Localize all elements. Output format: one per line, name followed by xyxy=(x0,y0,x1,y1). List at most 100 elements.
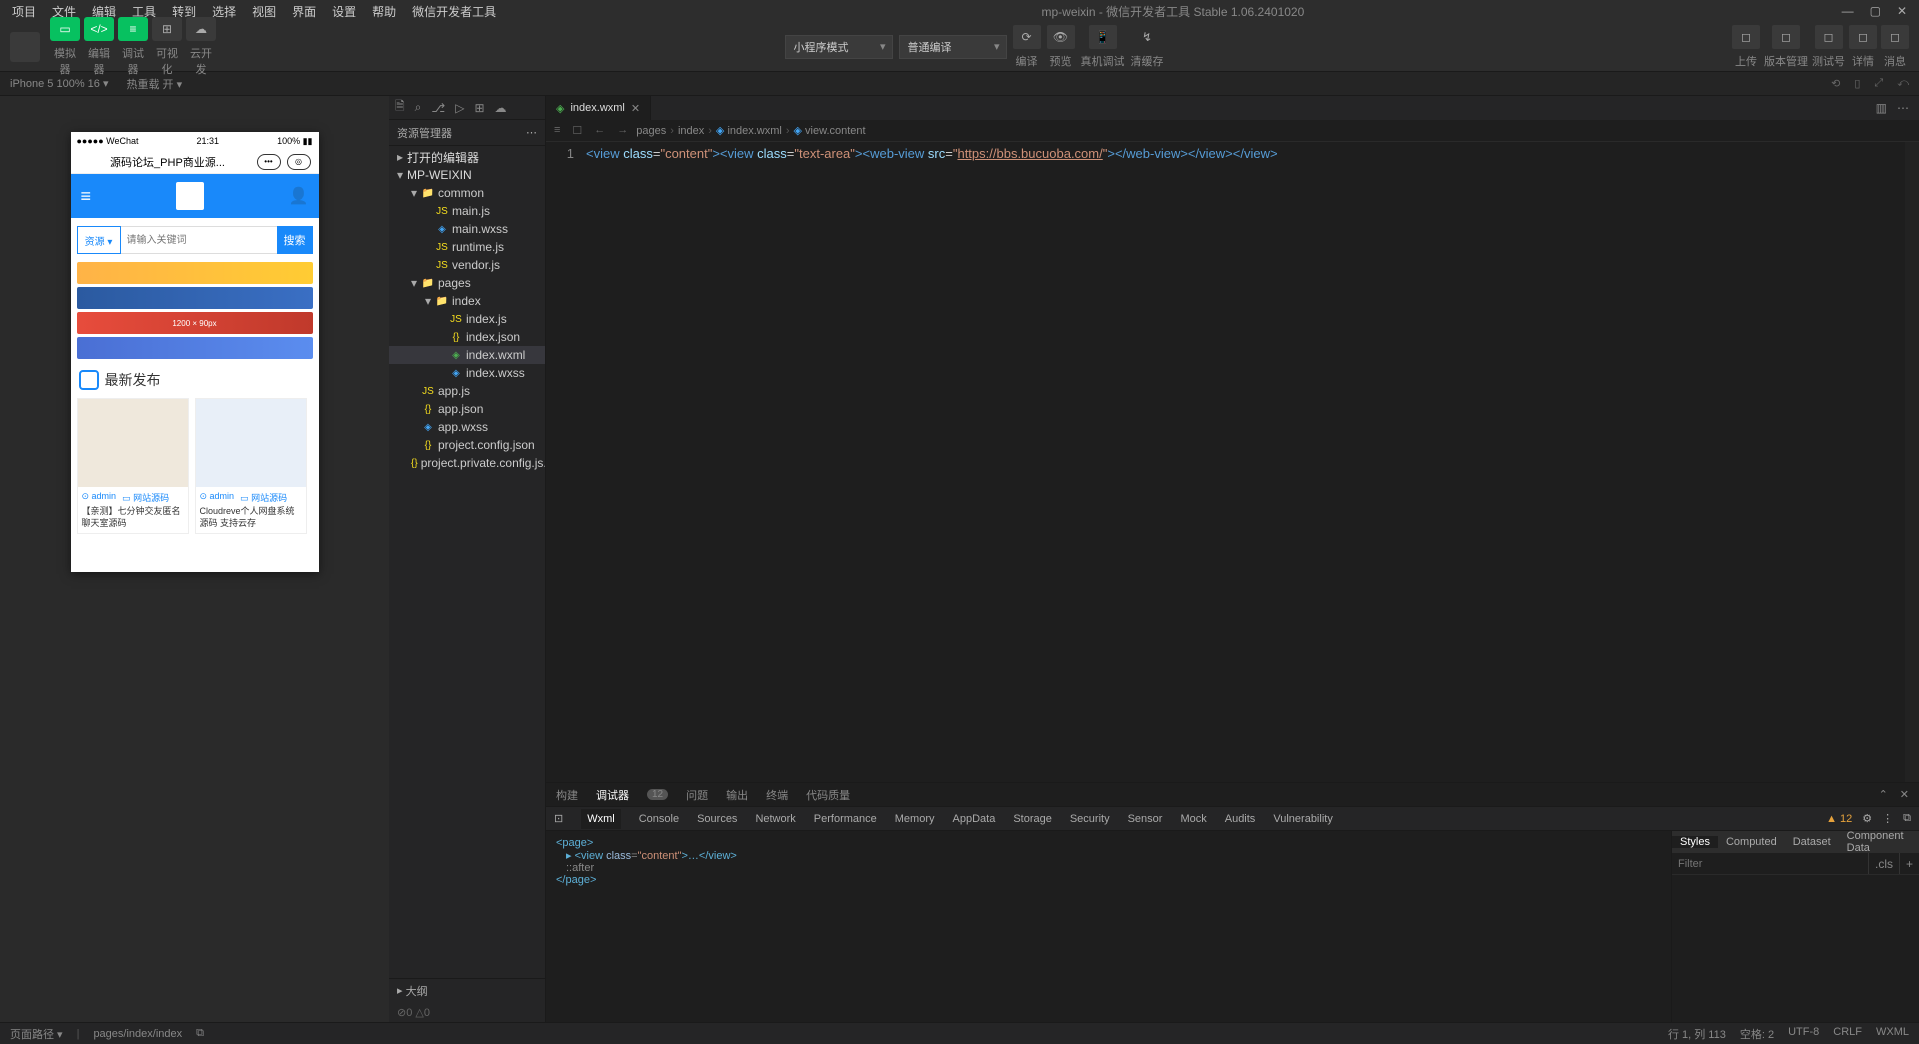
remote-debug-button[interactable]: 📱 xyxy=(1089,25,1117,49)
debug-tab[interactable]: 调试器 xyxy=(596,787,629,803)
status-item[interactable]: WXML xyxy=(1876,1026,1909,1042)
status-item[interactable]: 空格: 2 xyxy=(1740,1026,1774,1042)
debug-icon[interactable]: ▷ xyxy=(455,101,464,115)
mobile-icon[interactable]: ▯ xyxy=(1854,77,1860,90)
style-tab[interactable]: Dataset xyxy=(1785,836,1839,848)
ext-icon[interactable]: ⊞ xyxy=(474,101,484,115)
popout-icon[interactable]: ⧉ xyxy=(1903,812,1911,825)
menu-item[interactable]: 项目 xyxy=(4,1,44,22)
collapse-icon[interactable]: ≡ xyxy=(554,124,560,137)
visual-toggle[interactable]: ⊞ xyxy=(152,17,182,41)
tree-section-opened[interactable]: ▸打开的编辑器 xyxy=(389,148,545,166)
tree-item[interactable]: {}project.private.config.js... xyxy=(389,454,545,472)
dom-tree[interactable]: <page> ▸ <view class="content">…</view> … xyxy=(546,831,1671,1022)
rotate-icon[interactable]: ⟲ xyxy=(1831,77,1840,90)
search-button[interactable]: 搜索 xyxy=(277,226,313,254)
style-tab[interactable]: Component Data xyxy=(1839,830,1919,854)
tool-button[interactable]: ◻ xyxy=(1849,25,1877,49)
editor-toggle[interactable]: </> xyxy=(84,17,114,41)
code-line[interactable]: <view class="content"><view class="text-… xyxy=(586,142,1278,782)
tree-item[interactable]: {}project.config.json xyxy=(389,436,545,454)
debug-tab[interactable]: 输出 xyxy=(726,787,748,803)
close-icon[interactable]: ✕ xyxy=(1900,788,1909,801)
tree-item[interactable]: JSmain.js xyxy=(389,202,545,220)
tree-item[interactable]: ◈app.wxss xyxy=(389,418,545,436)
status-item[interactable]: UTF-8 xyxy=(1788,1026,1819,1042)
more-icon[interactable]: ⋯ xyxy=(526,126,537,139)
split-icon[interactable]: ▥ xyxy=(1876,101,1887,115)
cloud-icon[interactable]: ☁ xyxy=(495,101,507,115)
preview-button[interactable]: 👁 xyxy=(1047,25,1075,49)
devtools-tab[interactable]: Audits xyxy=(1225,813,1256,825)
banner-item[interactable] xyxy=(77,337,313,359)
status-item[interactable]: 行 1, 列 113 xyxy=(1668,1026,1726,1042)
style-filter-input[interactable] xyxy=(1672,853,1868,874)
breadcrumb-item[interactable]: ◈ view.content xyxy=(794,124,866,137)
devtools-tab[interactable]: Network xyxy=(755,813,795,825)
card-item[interactable]: ⊙ admin▭ 网站源码Cloudreve个人网盘系统源码 支持云存 xyxy=(195,398,307,534)
devtools-tab[interactable]: Wxml xyxy=(581,809,621,829)
menu-item[interactable]: 界面 xyxy=(284,1,324,22)
nav-back-icon[interactable]: ← xyxy=(594,124,605,137)
add-style-icon[interactable]: + xyxy=(1899,853,1919,874)
simulator-toggle[interactable]: ▭ xyxy=(50,17,80,41)
breadcrumb-item[interactable]: pages xyxy=(636,125,666,137)
debug-tab[interactable]: 终端 xyxy=(766,787,788,803)
tree-item[interactable]: JSruntime.js xyxy=(389,238,545,256)
devtools-tab[interactable]: Mock xyxy=(1180,813,1206,825)
user-icon[interactable]: 👤 xyxy=(289,186,309,206)
tree-item[interactable]: ▾📁pages xyxy=(389,274,545,292)
devtools-tab[interactable]: Sensor xyxy=(1128,813,1163,825)
minimize-icon[interactable]: — xyxy=(1842,4,1854,18)
debug-tab[interactable]: 构建 xyxy=(556,787,578,803)
tree-item[interactable]: ▾📁index xyxy=(389,292,545,310)
capsule-menu-icon[interactable]: ••• xyxy=(257,154,281,170)
compile-mode-select[interactable]: 小程序模式 xyxy=(785,35,893,59)
tool-button[interactable]: ◻ xyxy=(1732,25,1760,49)
chevron-up-icon[interactable]: ⌃ xyxy=(1879,788,1888,801)
status-item[interactable]: CRLF xyxy=(1833,1026,1862,1042)
compile-scheme-select[interactable]: 普通编译 xyxy=(899,35,1007,59)
close-tab-icon[interactable]: ✕ xyxy=(631,102,640,115)
search-input[interactable] xyxy=(121,226,277,254)
tree-item[interactable]: JSapp.js xyxy=(389,382,545,400)
tree-item[interactable]: {}index.json xyxy=(389,328,545,346)
devtools-tab[interactable]: AppData xyxy=(953,813,996,825)
tool-button[interactable]: ◻ xyxy=(1881,25,1909,49)
banner-item[interactable] xyxy=(77,287,313,309)
search-category-select[interactable]: 资源 ▾ xyxy=(77,226,121,254)
card-item[interactable]: ⊙ admin▭ 网站源码【亲测】七分钟交友匿名聊天室源码 xyxy=(77,398,189,534)
banner-item[interactable] xyxy=(77,262,313,284)
search-icon[interactable]: ⌕ xyxy=(415,100,422,115)
cloud-toggle[interactable]: ☁ xyxy=(186,17,216,41)
menu-item[interactable]: 设置 xyxy=(324,1,364,22)
devtools-tab[interactable]: Sources xyxy=(697,813,737,825)
copy-icon[interactable]: ⧉ xyxy=(196,1027,204,1040)
tool-button[interactable]: ◻ xyxy=(1772,25,1800,49)
breadcrumb-item[interactable]: index xyxy=(678,125,704,137)
menu-icon[interactable]: ≡ xyxy=(81,186,92,207)
debug-tab[interactable]: 问题 xyxy=(686,787,708,803)
device-select[interactable]: iPhone 5 100% 16 ▾ xyxy=(10,77,108,90)
tree-item[interactable]: JSvendor.js xyxy=(389,256,545,274)
more-icon[interactable]: ⋮ xyxy=(1882,812,1893,825)
menu-item[interactable]: 视图 xyxy=(244,1,284,22)
cls-toggle[interactable]: .cls xyxy=(1868,853,1899,874)
tree-item[interactable]: ◈index.wxml xyxy=(389,346,545,364)
code-editor[interactable]: 1 <view class="content"><view class="tex… xyxy=(546,142,1919,782)
inspect-icon[interactable]: ⊡ xyxy=(554,812,563,825)
maximize-icon[interactable]: ▢ xyxy=(1870,4,1881,18)
tree-item[interactable]: {}app.json xyxy=(389,400,545,418)
nav-fwd-icon[interactable]: → xyxy=(617,124,628,137)
devtools-tab[interactable]: Vulnerability xyxy=(1273,813,1333,825)
menu-item[interactable]: 微信开发者工具 xyxy=(404,1,504,22)
hot-reload-toggle[interactable]: 热重载 开 ▾ xyxy=(126,76,182,92)
warning-badge[interactable]: ▲ 12 xyxy=(1826,813,1852,825)
style-tab[interactable]: Styles xyxy=(1672,836,1718,848)
outline-header[interactable]: ▸ 大纲 xyxy=(389,978,545,1002)
devtools-tab[interactable]: Memory xyxy=(895,813,935,825)
files-icon[interactable]: 🗎 xyxy=(395,97,405,118)
breadcrumb-item[interactable]: ◈ index.wxml xyxy=(716,124,782,137)
file-tab[interactable]: ◈ index.wxml ✕ xyxy=(546,96,651,120)
menu-item[interactable]: 帮助 xyxy=(364,1,404,22)
